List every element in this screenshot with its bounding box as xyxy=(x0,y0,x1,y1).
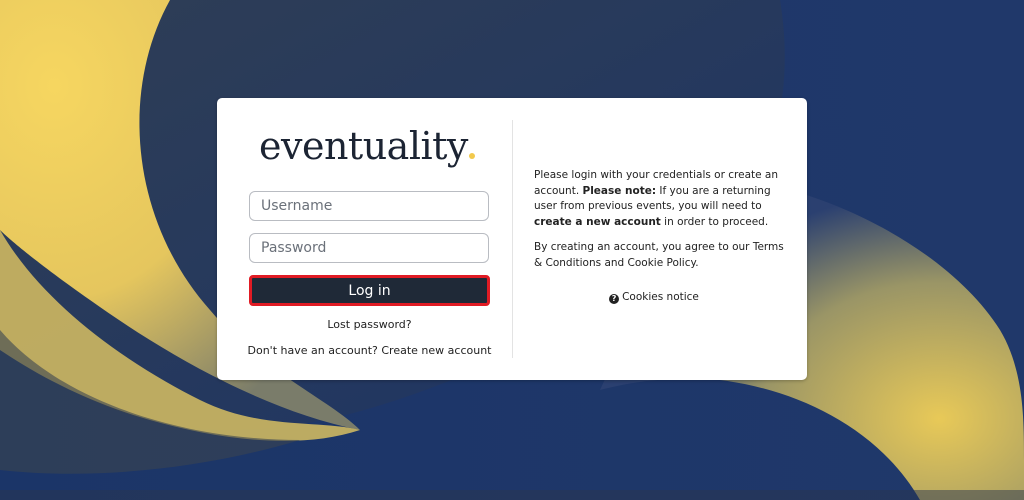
login-card: eventuality Log in Lost password? Don't … xyxy=(217,98,807,380)
logo-dot xyxy=(468,153,475,159)
cookies-notice[interactable]: ? Cookies notice xyxy=(534,291,774,304)
logo-text: eventuality xyxy=(259,124,468,168)
brand-logo: eventuality xyxy=(259,120,489,172)
panel-divider xyxy=(512,120,513,358)
password-input[interactable] xyxy=(249,233,489,263)
login-button[interactable]: Log in xyxy=(249,275,490,306)
question-circle-icon: ? xyxy=(609,294,620,304)
username-input[interactable] xyxy=(249,191,489,221)
no-account-text: Don't have an account? xyxy=(247,344,378,357)
info-note-label: Please note: xyxy=(582,184,657,197)
create-account-link[interactable]: Create new account xyxy=(381,344,491,357)
terms-text: By creating an account, you agree to our… xyxy=(534,241,784,269)
info-create-account-emphasis: create a new account xyxy=(534,215,661,228)
info-panel: Please login with your credentials or cr… xyxy=(534,168,784,281)
cookies-notice-label: Cookies notice xyxy=(622,291,699,303)
info-text-c: in order to proceed. xyxy=(664,215,769,228)
info-paragraph-2: By creating an account, you agree to our… xyxy=(534,240,784,271)
page-background: eventuality Log in Lost password? Don't … xyxy=(0,0,1024,500)
signup-row: Don't have an account? Create new accoun… xyxy=(217,344,522,357)
lost-password-link[interactable]: Lost password? xyxy=(327,318,411,331)
info-paragraph-1: Please login with your credentials or cr… xyxy=(534,168,784,230)
login-panel: eventuality Log in Lost password? Don't … xyxy=(217,98,512,380)
lost-password-row: Lost password? xyxy=(217,318,522,331)
